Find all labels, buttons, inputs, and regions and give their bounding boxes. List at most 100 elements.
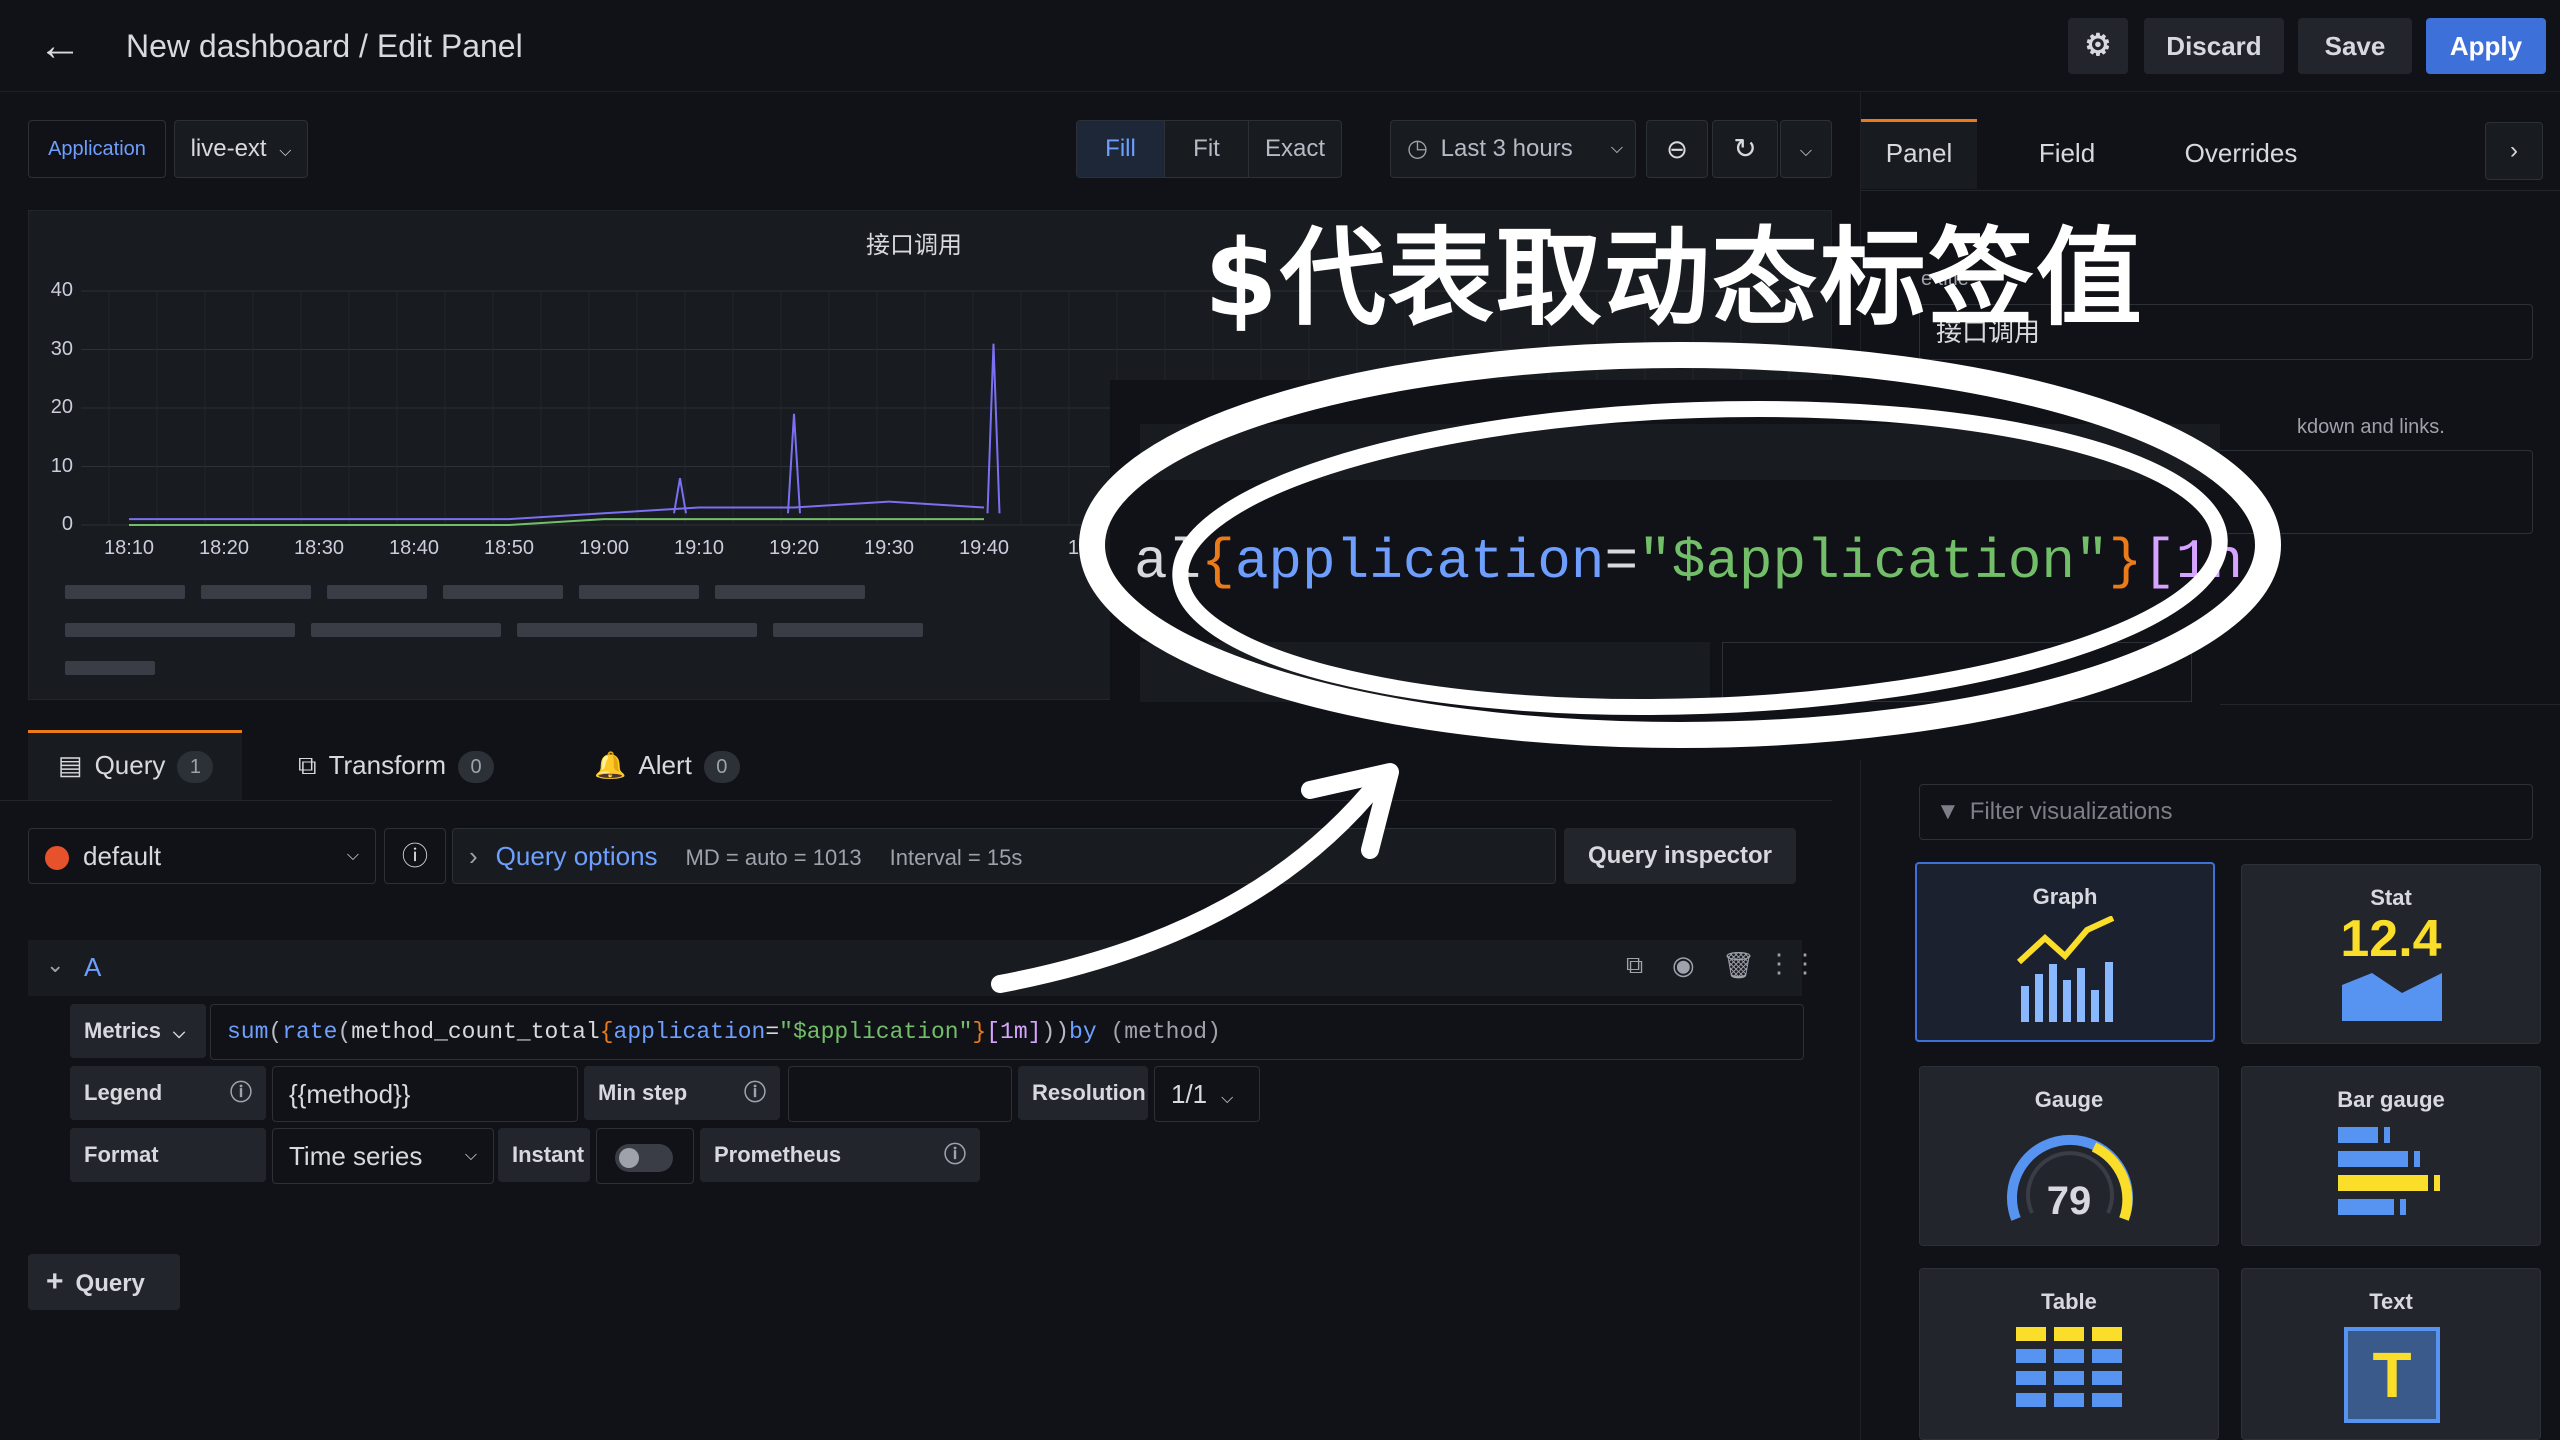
tab-panel[interactable]: Panel — [1861, 118, 1977, 188]
copy-icon[interactable]: ⧉ — [1626, 952, 1643, 980]
info-icon: ⓘ — [229, 1080, 252, 1105]
query-ref-id[interactable]: A — [84, 952, 101, 983]
viz-name: Graph — [2032, 884, 2098, 909]
save-button[interactable]: Save — [2298, 18, 2412, 74]
zoom-out-button[interactable]: ⊖ — [1646, 120, 1708, 178]
resolution-label: Resolution — [1018, 1066, 1148, 1120]
metrics-dropdown[interactable]: Metrics ⌵ — [70, 1004, 206, 1058]
legend-row-2 — [65, 621, 1215, 639]
refresh-interval-dropdown[interactable]: ⌵ — [1780, 120, 1832, 178]
min-step-input[interactable] — [788, 1066, 1012, 1122]
resolution-select[interactable]: 1/1 ⌵ — [1154, 1066, 1260, 1122]
viz-card-text[interactable]: Text T — [2241, 1268, 2541, 1440]
query-options-label[interactable]: Query options — [496, 841, 658, 871]
viz-name: Bar gauge — [2337, 1087, 2445, 1112]
add-query-button[interactable]: + Query — [28, 1254, 180, 1310]
eye-icon[interactable]: ◉ — [1672, 950, 1695, 981]
variable-select-application[interactable]: live-ext ⌵ — [174, 120, 308, 178]
apply-button[interactable]: Apply — [2426, 18, 2546, 74]
tab-alert[interactable]: 🔔 Alert 0 — [594, 730, 740, 800]
exact-button[interactable]: Exact — [1249, 121, 1341, 177]
instant-toggle[interactable] — [596, 1128, 694, 1184]
transform-icon: ⧉ — [298, 750, 317, 780]
fill-button[interactable]: Fill — [1077, 121, 1165, 177]
series-line — [129, 500, 985, 521]
viz-name: Table — [2041, 1289, 2097, 1314]
annotation-caption: $代表取动态标签值 — [1204, 217, 2144, 340]
stat-viz-value: 12.4 — [2340, 910, 2442, 968]
sidebar-divider — [1861, 190, 2560, 191]
y-tick-label: 40 — [50, 279, 73, 301]
refresh-button[interactable]: ↻ — [1712, 120, 1778, 178]
back-arrow-icon[interactable]: ← — [36, 22, 84, 70]
text-viz-icon: T — [2344, 1327, 2440, 1423]
y-tick-label: 0 — [61, 513, 73, 535]
query-options-bar[interactable]: › Query options MD = auto = 1013 Interval =… — [452, 828, 1556, 884]
filter-icon: ▼ — [1936, 798, 1960, 825]
tab-overrides[interactable]: Overrides — [2151, 118, 2331, 188]
discard-button[interactable]: Discard — [2144, 18, 2284, 74]
drag-handle-icon[interactable]: ⋮⋮ — [1766, 948, 1818, 979]
viz-card-stat[interactable]: Stat 12.4 — [2241, 864, 2541, 1044]
metrics-label: Metrics — [84, 1018, 162, 1043]
legend-input[interactable]: {{method}} — [272, 1066, 578, 1122]
tab-query-content[interactable]: ▤ Query 1 — [58, 730, 214, 800]
md-info: MD = auto = 1013 — [685, 845, 862, 870]
stat-viz-sparkline-icon — [2342, 973, 2442, 1021]
viz-card-table[interactable]: Table — [1919, 1268, 2219, 1440]
tab-field[interactable]: Field — [2007, 118, 2127, 188]
settings-button[interactable]: ⚙ — [2068, 18, 2128, 74]
zoom-label-value: "$application" — [1638, 530, 2109, 594]
x-tick-label: 19:00 — [578, 537, 630, 559]
datasource-picker[interactable]: default ⌵ — [28, 828, 376, 884]
toggle-switch — [615, 1144, 673, 1173]
variable-label-application: Application — [28, 120, 166, 178]
promql-editor[interactable]: sum(rate(method_count_total{application=… — [210, 1004, 1804, 1060]
tab-transform[interactable]: ⧉ Transform 0 — [298, 730, 495, 800]
table-viz-icon — [2016, 1327, 2122, 1407]
chevron-down-icon: ⌵ — [464, 1147, 477, 1164]
zoom-prefix: al — [1134, 530, 1202, 594]
collapse-sidebar-button[interactable]: › — [2485, 122, 2543, 180]
viz-name: Stat — [2370, 885, 2412, 910]
page-title: New dashboard / Edit Panel — [126, 28, 523, 64]
collapse-chevron-icon[interactable]: ⌄ — [46, 952, 64, 978]
zoom-range: [1n — [2142, 530, 2244, 594]
x-tick-label: 19:20 — [768, 537, 820, 559]
time-picker[interactable]: ◷ Last 3 hours ⌵ — [1390, 120, 1636, 178]
datasource-help-button[interactable]: ⓘ — [384, 828, 446, 884]
viz-card-gauge[interactable]: Gauge 79 — [1919, 1066, 2219, 1246]
format-value: Time series — [289, 1141, 423, 1171]
resolution-value: 1/1 — [1171, 1079, 1208, 1109]
y-tick-label: 30 — [50, 337, 73, 360]
fit-button[interactable]: Fit — [1165, 121, 1249, 177]
viz-name: Text — [2369, 1289, 2413, 1314]
bell-icon: 🔔 — [594, 750, 627, 780]
chevron-right-icon: › — [469, 841, 478, 871]
chevron-right-icon: › — [2510, 137, 2518, 164]
tab-query-count: 1 — [177, 751, 214, 784]
trash-icon[interactable]: 🗑 — [1722, 950, 1755, 981]
viz-card-graph[interactable]: Graph — [1915, 862, 2215, 1042]
expr-label-value: "$application" — [779, 1019, 973, 1045]
expr-eq: = — [765, 1019, 780, 1045]
query-inspector-button[interactable]: Query inspector — [1564, 828, 1796, 884]
interval-info: Interval = 15s — [889, 845, 1023, 870]
spike-mark — [986, 343, 1001, 514]
x-tick-label: 19:40 — [958, 537, 1010, 559]
info-icon: ⓘ — [943, 1142, 966, 1167]
variable-value: live-ext — [190, 135, 267, 162]
expr-brace: { — [599, 1019, 614, 1045]
expr-fn-sum: sum — [227, 1019, 269, 1045]
expr-brace: } — [972, 1019, 987, 1045]
gauge-viz-value: 79 — [2046, 1179, 2092, 1223]
zoom-overlay-background: al{application="$application"}[1n — [1110, 380, 2243, 760]
viz-card-bar-gauge[interactable]: Bar gauge — [2241, 1066, 2541, 1246]
zoomed-expression: al{application="$application"}[1n — [1134, 530, 2243, 594]
chevron-down-icon: ⌵ — [346, 847, 359, 864]
filter-visualizations-input[interactable]: ▼ Filter visualizations — [1919, 784, 2533, 840]
tabs-divider — [0, 800, 1832, 801]
x-tick-label: 19 — [1067, 537, 1091, 559]
view-mode-switch: Fill Fit Exact — [1076, 120, 1342, 178]
format-select[interactable]: Time series ⌵ — [272, 1128, 494, 1184]
